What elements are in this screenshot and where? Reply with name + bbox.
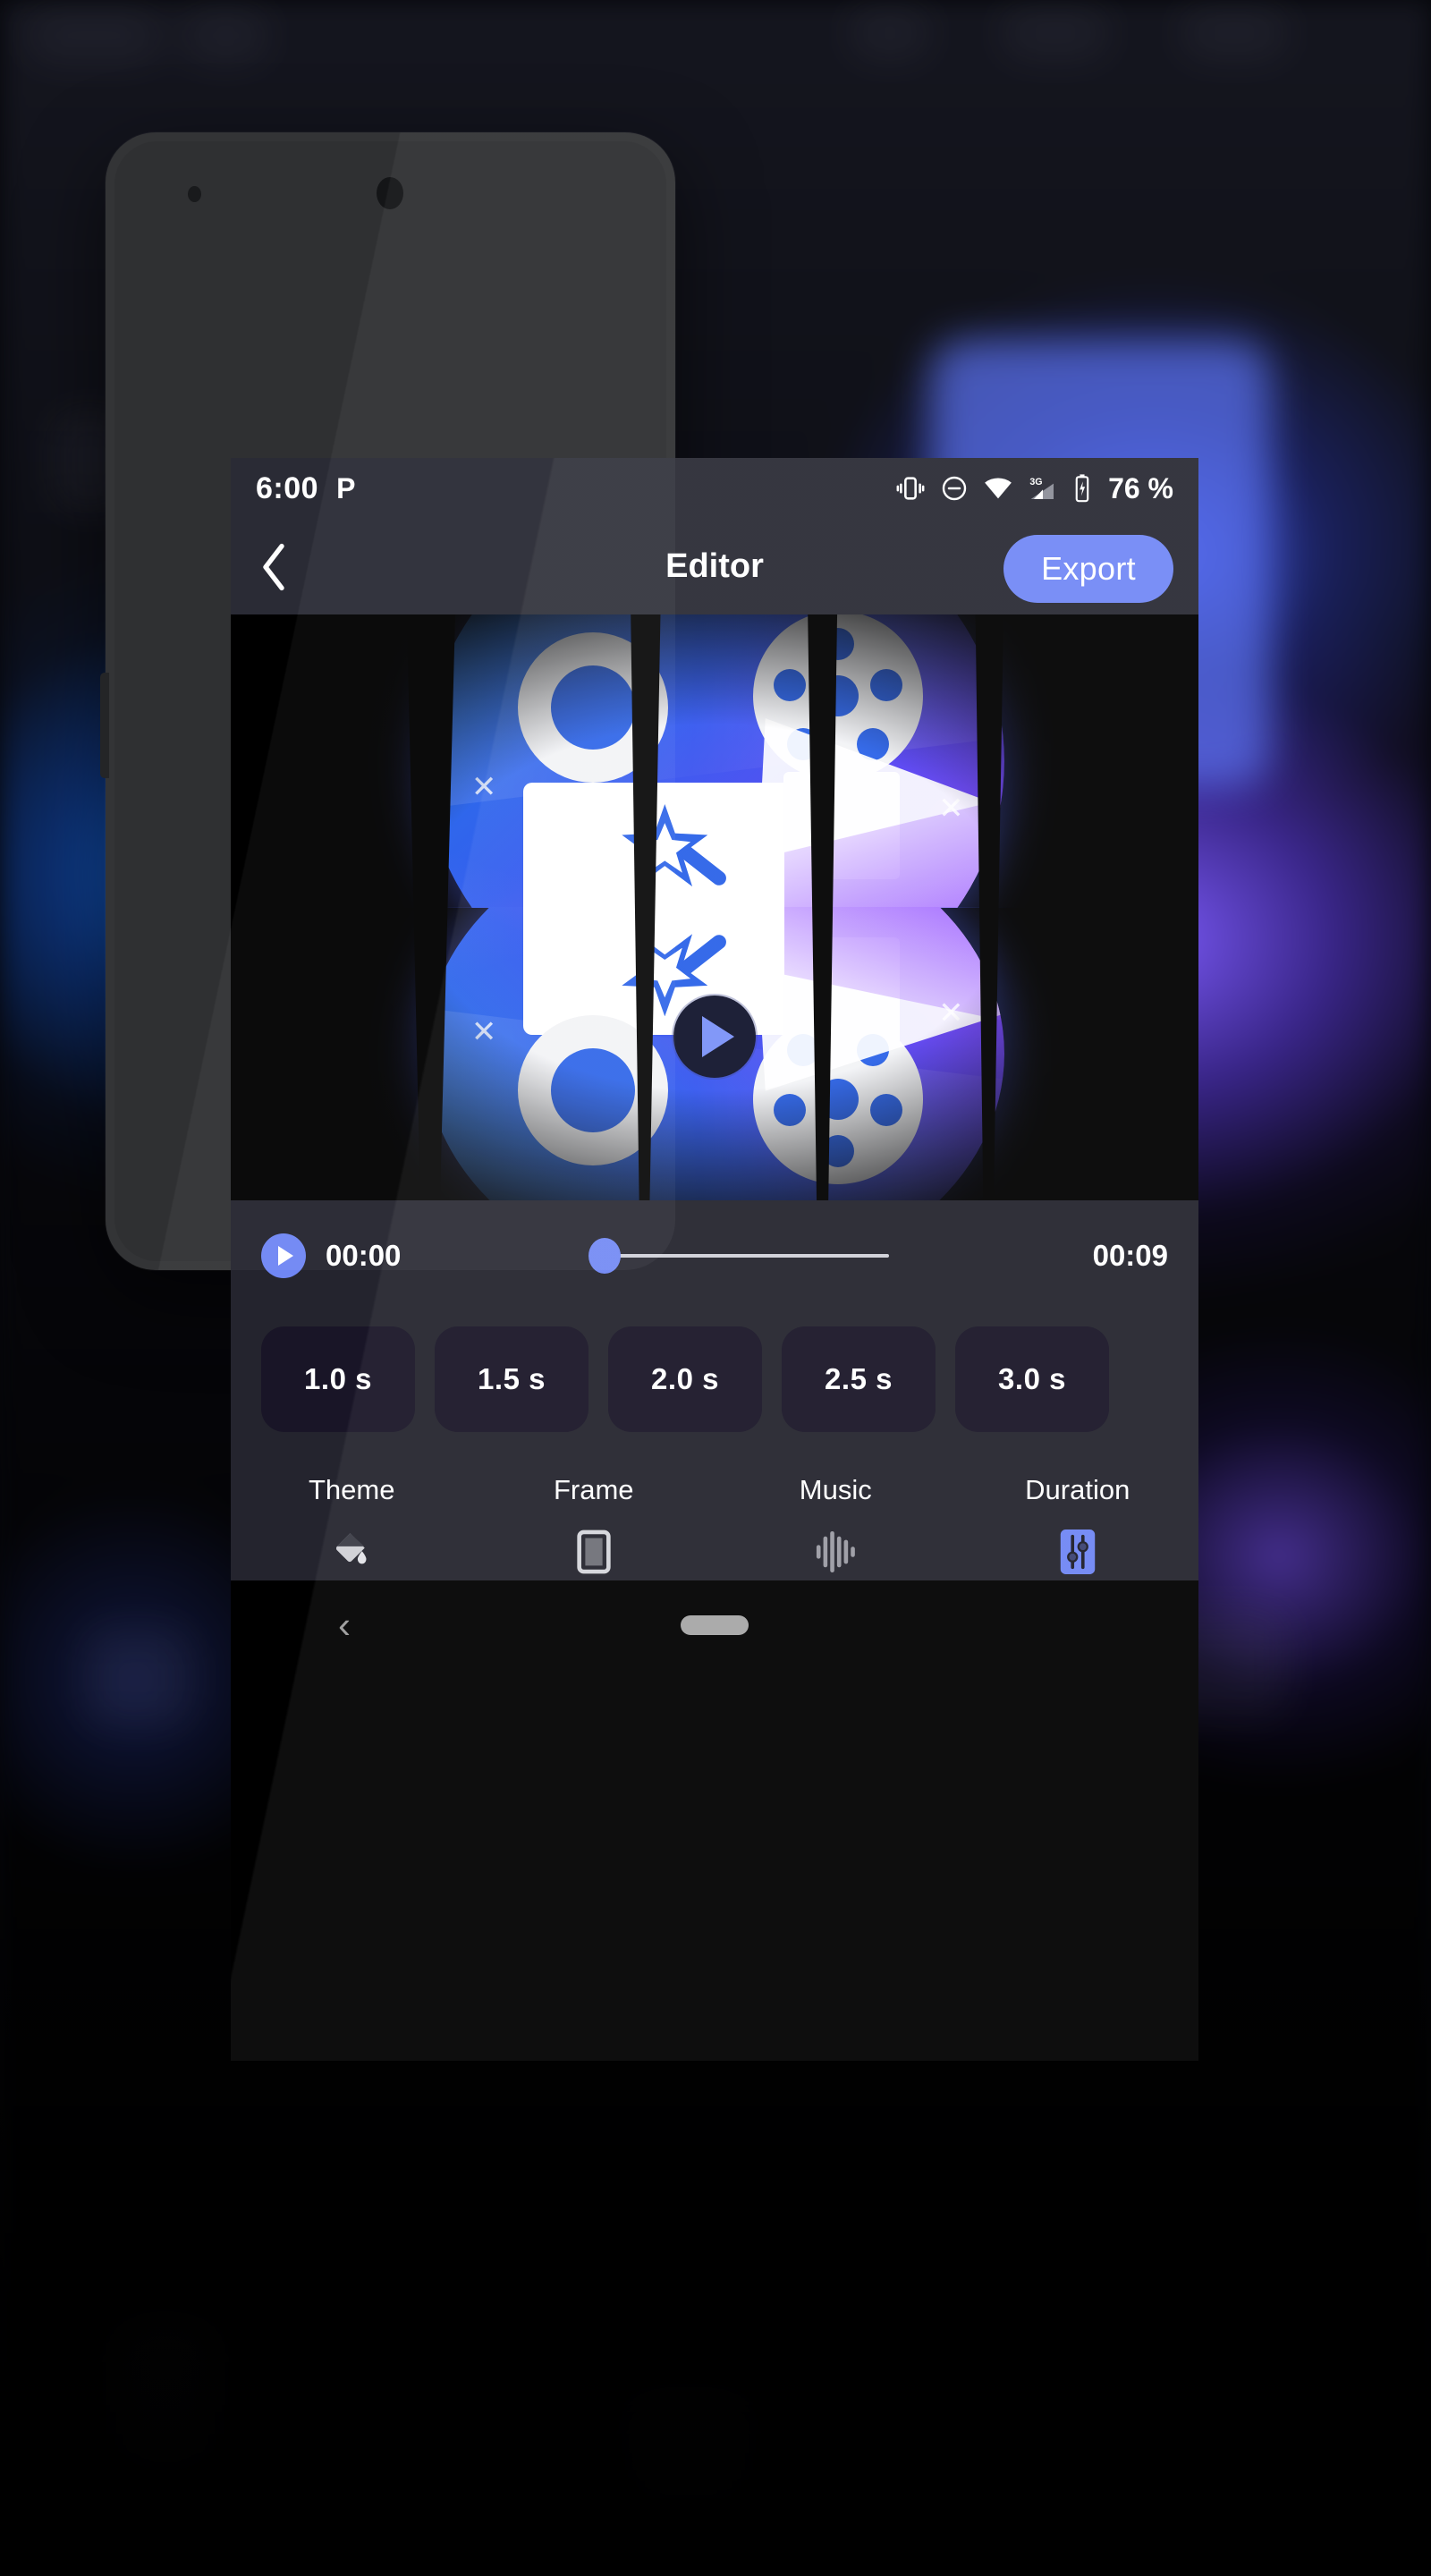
status-bar: 6:00 P 3G 76 % [231, 458, 1198, 519]
timeline-slider[interactable] [401, 1238, 1092, 1274]
tab-label: Music [799, 1474, 872, 1505]
tab-frame[interactable]: Frame [473, 1447, 716, 1603]
nav-back-button[interactable]: ‹ [338, 1606, 351, 1644]
sliders-icon [1060, 1528, 1096, 1574]
phone-screen: 6:00 P 3G 76 % Editor Export ✕ ✕ ✕ ✕ 00:… [231, 458, 1198, 2061]
tab-duration[interactable]: Duration [957, 1447, 1199, 1603]
volume-button[interactable] [100, 673, 109, 778]
duration-chip[interactable]: 2.0 s [608, 1326, 762, 1432]
reel-hub-icon [817, 1078, 859, 1120]
carrier-glyph-icon: P [336, 471, 356, 504]
video-preview[interactable]: ✦ ✦ ✕ ✕ ✦ [231, 614, 1198, 1200]
magic-wand-icon [622, 804, 730, 908]
android-nav-bar: ‹ [231, 1580, 1198, 1670]
camera-lens-icon [517, 1014, 668, 1165]
app-bar: Editor Export [231, 519, 1198, 614]
cellular-3g-icon: 3G [1029, 477, 1054, 499]
nav-home-pill[interactable] [681, 1615, 749, 1635]
frame-icon [576, 1528, 612, 1574]
preview-top-half: ✦ ✦ ✕ ✕ ✦ [231, 614, 1198, 908]
status-bar-left: 6:00 P [256, 471, 355, 506]
sparkle-icon: ✕ [470, 1012, 497, 1046]
camera-lens-icon [517, 632, 668, 783]
timeline-knob[interactable] [588, 1238, 621, 1274]
waveform-icon [815, 1528, 856, 1574]
app-artwork-disc: ✦ ✦ ✕ ✕ ✦ [425, 614, 1004, 908]
total-time: 00:09 [1092, 1239, 1168, 1272]
tab-theme[interactable]: Theme [231, 1447, 473, 1603]
duration-chip[interactable]: 1.5 s [435, 1326, 588, 1432]
back-button[interactable] [231, 519, 317, 614]
status-bar-right: 3G 76 % [895, 472, 1173, 505]
vibrate-icon [896, 477, 925, 500]
tab-music[interactable]: Music [715, 1447, 957, 1603]
wifi-icon [985, 478, 1012, 499]
timeline-bar: 00:00 00:09 [231, 1200, 1198, 1311]
svg-text:3G: 3G [1029, 477, 1042, 487]
export-button[interactable]: Export [1003, 535, 1173, 603]
preview-play-button[interactable] [673, 996, 756, 1078]
duration-chip[interactable]: 1.0 s [261, 1326, 415, 1432]
editor-tab-bar: Theme Frame Music Duration [231, 1447, 1198, 1603]
duration-chip[interactable]: 2.5 s [782, 1326, 936, 1432]
timeline-play-button[interactable] [261, 1233, 306, 1278]
play-triangle-icon [277, 1246, 293, 1266]
battery-percent: 76 % [1108, 471, 1173, 504]
reel-hub-icon [817, 675, 859, 716]
do-not-disturb-icon [942, 476, 967, 501]
appbar-zone: 6:00 P 3G 76 % Editor Export [231, 458, 1198, 614]
paint-bucket-icon [331, 1528, 372, 1574]
battery-icon [1075, 474, 1089, 503]
sparkle-icon: ✕ [938, 993, 964, 1028]
proximity-sensor-icon [188, 186, 201, 202]
tab-label: Frame [553, 1474, 634, 1505]
current-time: 00:00 [326, 1239, 402, 1272]
sparkle-icon: ✕ [470, 770, 497, 804]
screenshot-stage: 6:00 P 3G 76 % Editor Export ✕ ✕ ✕ ✕ 00:… [0, 0, 1431, 2576]
front-camera-icon [377, 177, 403, 209]
timeline-track[interactable] [588, 1238, 889, 1274]
status-time: 6:00 [256, 470, 319, 505]
tab-label: Duration [1025, 1474, 1130, 1505]
tab-label: Theme [309, 1474, 395, 1505]
sparkle-icon: ✕ [938, 792, 964, 826]
duration-chip[interactable]: 3.0 s [955, 1326, 1109, 1432]
chevron-left-icon [263, 543, 284, 590]
play-triangle-icon [702, 1016, 734, 1057]
duration-chip-list[interactable]: 1.0 s 1.5 s 2.0 s 2.5 s 3.0 s [231, 1311, 1198, 1447]
